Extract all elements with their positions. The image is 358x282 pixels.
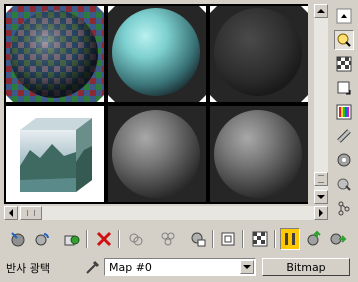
make-unique-icon [161, 232, 175, 246]
active-corner-indicator [199, 6, 206, 13]
background-checker-button[interactable] [334, 54, 354, 74]
active-corner-indicator [108, 6, 115, 13]
map-label: 반사 광택 [6, 262, 50, 275]
show-end-result-icon [285, 233, 295, 245]
pick-material-from-object-button[interactable] [84, 258, 102, 276]
reset-map-icon [96, 231, 112, 247]
make-preview-icon [337, 129, 351, 143]
checker-sphere-preview [6, 6, 104, 102]
background-checker-icon [336, 56, 352, 72]
teal-sphere-preview [112, 8, 200, 96]
eyedropper-icon [86, 260, 100, 274]
put-to-scene-button[interactable] [32, 228, 52, 250]
dark-sphere-slot[interactable] [210, 6, 308, 102]
options-button[interactable] [334, 150, 354, 170]
toolbar-separator [242, 230, 244, 248]
horizontal-scrollbar[interactable] [4, 206, 328, 220]
scroll-left-button[interactable] [4, 206, 18, 220]
material-id-channel-button[interactable] [218, 228, 238, 250]
select-by-material-button[interactable] [334, 174, 354, 194]
active-corner-indicator [301, 6, 308, 13]
scroll-thumb[interactable] [314, 172, 328, 186]
put-to-scene-icon [35, 233, 49, 246]
arrow-right-icon [319, 209, 323, 217]
active-corner-indicator [97, 95, 104, 102]
vertical-scrollbar[interactable] [314, 4, 328, 204]
make-copy-icon [129, 233, 143, 246]
material-id-channel-icon [221, 232, 235, 246]
active-corner-indicator [6, 95, 13, 102]
teal-sphere-slot[interactable] [108, 6, 206, 102]
gray-sphere-slot-5[interactable] [108, 106, 206, 202]
toolbar-separator [212, 230, 214, 248]
backlight-button[interactable] [334, 30, 354, 50]
landscape-cube-preview [6, 106, 104, 202]
active-corner-indicator [6, 6, 13, 13]
grip-icon [318, 175, 324, 183]
chevron-down-icon [243, 265, 251, 269]
checker-sphere-slot[interactable] [6, 6, 104, 102]
material-map-navigator-button[interactable] [334, 198, 354, 218]
active-corner-indicator [108, 95, 115, 102]
make-unique-button[interactable] [158, 228, 178, 250]
show-map-in-viewport-button[interactable] [250, 228, 270, 250]
show-map-in-viewport-icon [252, 231, 268, 247]
scroll-right-button[interactable] [314, 206, 328, 220]
dark-sphere-preview [214, 8, 302, 96]
options-icon [337, 153, 351, 167]
toolbar-separator [118, 230, 120, 248]
assign-to-selection-icon [64, 235, 80, 246]
show-end-result-button[interactable] [280, 228, 300, 250]
go-to-parent-button[interactable] [304, 228, 324, 250]
active-corner-indicator [210, 6, 217, 13]
gray-sphere-slot-6[interactable] [210, 106, 308, 202]
landscape-cube-slot[interactable] [6, 106, 104, 202]
select-by-material-icon [337, 178, 351, 191]
backlight-icon [337, 33, 351, 47]
arrow-left-icon [9, 209, 13, 217]
video-color-check-icon [336, 104, 352, 120]
reset-map-button[interactable] [94, 228, 114, 250]
arrow-up-icon [317, 9, 325, 13]
sample-type-icon [336, 8, 352, 24]
make-preview-button[interactable] [334, 126, 354, 146]
toolbar-separator [274, 230, 276, 248]
map-name-combo[interactable]: Map #0 [104, 258, 256, 276]
sample-type-button[interactable] [334, 6, 354, 26]
active-corner-indicator [97, 6, 104, 13]
combo-dropdown-button[interactable] [240, 260, 254, 274]
video-color-check-button[interactable] [334, 102, 354, 122]
map-name-value: Map #0 [109, 261, 152, 274]
scroll-up-button[interactable] [314, 4, 328, 18]
go-forward-to-sibling-icon [330, 233, 347, 245]
grip-icon [27, 210, 35, 216]
scroll-down-button[interactable] [314, 190, 328, 204]
gray-sphere-preview [214, 110, 302, 198]
map-type-button[interactable]: Bitmap [262, 258, 350, 276]
active-corner-indicator [210, 95, 217, 102]
put-to-library-button[interactable] [188, 228, 208, 250]
active-corner-indicator [199, 95, 206, 102]
get-material-button[interactable] [8, 228, 28, 250]
make-copy-button[interactable] [126, 228, 146, 250]
uv-tiling-icon [337, 81, 351, 95]
go-forward-to-sibling-button[interactable] [328, 228, 348, 250]
sample-slots-grid [4, 4, 308, 204]
material-map-navigator-icon [338, 201, 350, 216]
put-to-library-icon [191, 232, 206, 247]
toolbar-separator [86, 230, 88, 248]
scroll-thumb[interactable] [20, 206, 42, 220]
active-corner-indicator [301, 95, 308, 102]
go-to-parent-icon [307, 230, 321, 246]
uv-tiling-button[interactable] [334, 78, 354, 98]
arrow-down-icon [317, 195, 325, 199]
assign-to-selection-button[interactable] [62, 228, 82, 250]
get-material-icon [11, 232, 25, 247]
gray-sphere-preview [112, 110, 200, 198]
